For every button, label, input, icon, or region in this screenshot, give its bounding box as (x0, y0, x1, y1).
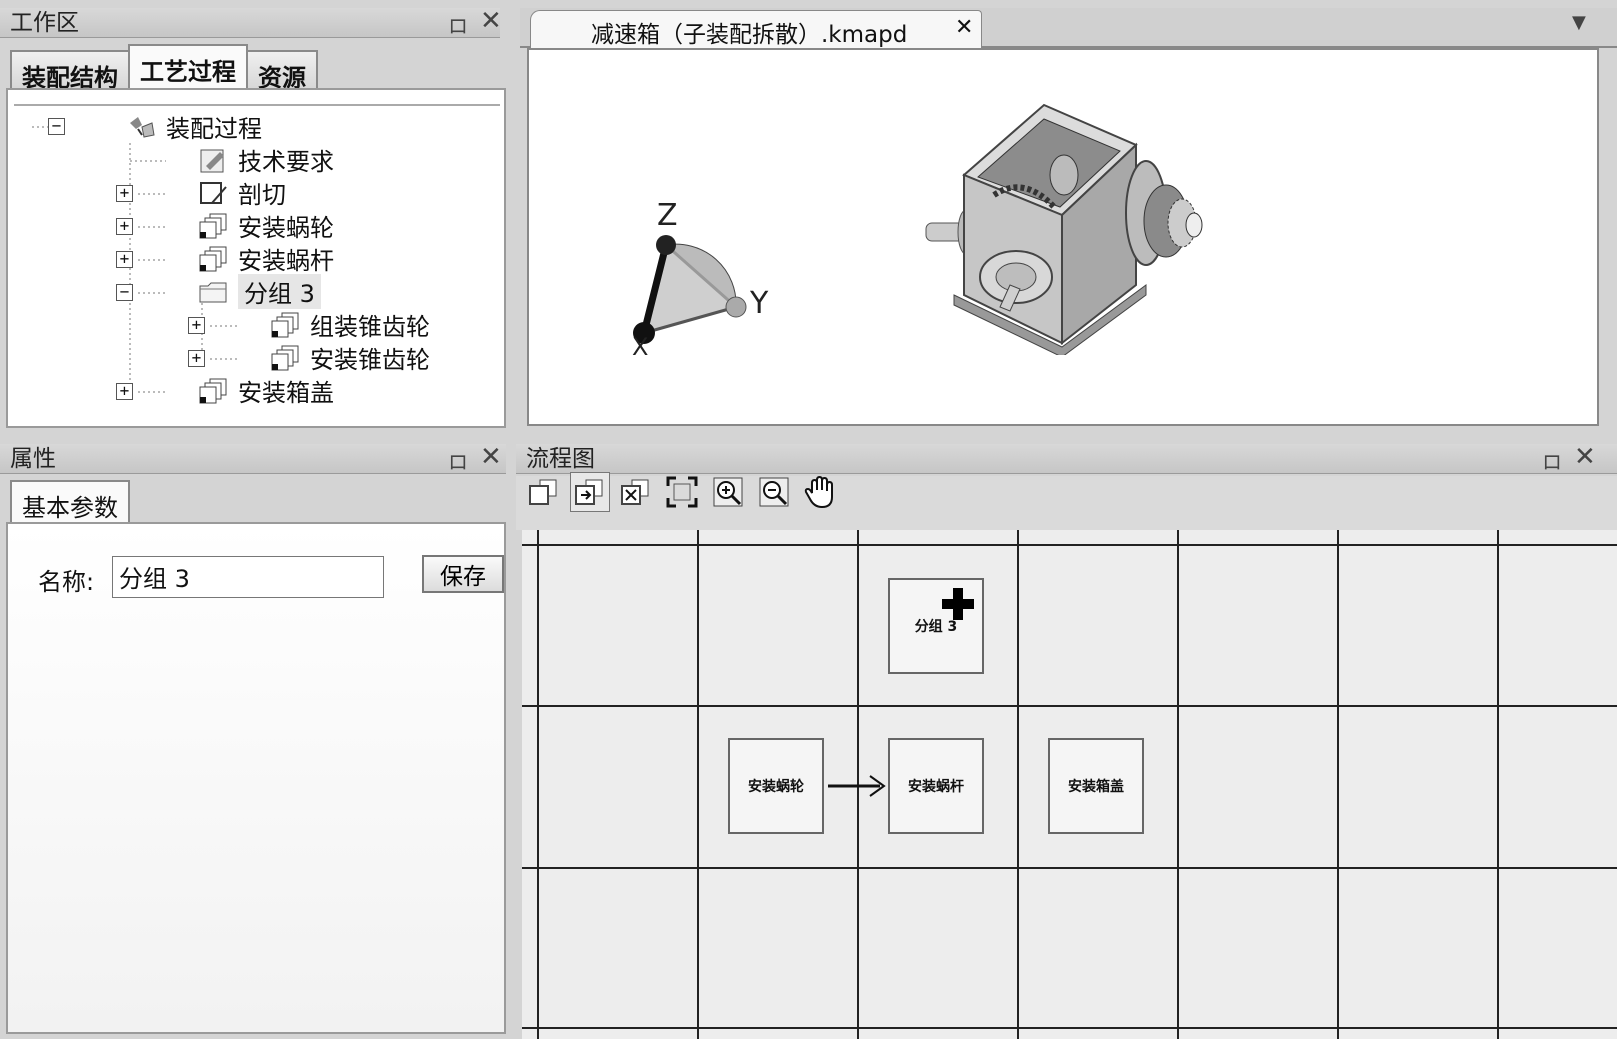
flow-node-label: 安装蜗杆 (908, 779, 964, 795)
tab-assembly-structure[interactable]: 装配结构 (10, 50, 130, 92)
flowchart-title: 流程图 (526, 446, 595, 472)
name-field[interactable]: 分组 3 (112, 556, 384, 598)
tree-item-label: 技术要求 (238, 148, 334, 176)
document-tab-label: 减速箱（子装配拆散）.kmapd (591, 22, 908, 48)
tab-basic-params[interactable]: 基本参数 (10, 480, 130, 522)
tree-item-install-bevel-gear[interactable]: 安装锥齿轮 (270, 341, 430, 374)
pin-icon[interactable]: ロ (448, 10, 468, 39)
tree-item-tech-requirements[interactable]: 技术要求 (198, 143, 334, 176)
pin-icon[interactable]: ロ (1542, 446, 1562, 475)
zoom-in-icon[interactable] (708, 472, 748, 512)
tree-item-install-worm[interactable]: 安装蜗杆 (198, 242, 334, 275)
workspace-tabs: 装配结构 工艺过程 资源 (10, 44, 318, 92)
fit-view-icon[interactable] (662, 472, 702, 512)
folder-icon (198, 278, 230, 306)
name-label: 名称: (38, 568, 95, 596)
tab-resources[interactable]: 资源 (246, 50, 318, 92)
tab-process[interactable]: 工艺过程 (128, 44, 248, 90)
properties-title: 属性 (10, 446, 56, 472)
gearbox-model (925, 103, 1203, 355)
tree-item-label: 安装蜗杆 (238, 247, 334, 275)
step-pages-icon (198, 245, 230, 273)
properties-title-bar: 属性 (0, 444, 506, 474)
section-cut-icon (198, 179, 230, 207)
edit-document-icon (198, 146, 230, 174)
axis-z-label: Z (657, 198, 678, 233)
axis-x-label: X (632, 333, 648, 361)
flowchart-canvas[interactable]: 分组 3 安装蜗轮 安装蜗杆 安装箱盖 (522, 530, 1617, 1039)
document-tab[interactable]: 减速箱（子装配拆散）.kmapd ✕ (530, 10, 982, 48)
expand-button[interactable]: + (116, 218, 133, 235)
tree-item-label: 分组 3 (238, 274, 321, 309)
properties-tabs: 基本参数 (10, 480, 130, 522)
expand-button[interactable]: + (116, 251, 133, 268)
workspace-title: 工作区 (10, 10, 79, 36)
flow-node-install-worm-wheel[interactable]: 安装蜗轮 (728, 738, 824, 834)
tree-item-label: 安装锥齿轮 (310, 346, 430, 374)
save-button[interactable]: 保存 (422, 555, 504, 593)
expand-button[interactable]: + (188, 317, 205, 334)
pages-tool-icon[interactable] (524, 472, 564, 512)
insert-step-tool-icon[interactable] (570, 472, 610, 512)
axis-y-label: Y (749, 286, 769, 321)
plus-icon (942, 588, 974, 620)
zoom-out-icon[interactable] (754, 472, 794, 512)
process-node-icon (126, 113, 158, 141)
step-pages-icon (270, 311, 302, 339)
collapse-button[interactable]: − (116, 284, 133, 301)
tree-item-label: 安装蜗轮 (238, 214, 334, 242)
step-pages-icon (198, 377, 230, 405)
viewport-3d[interactable]: Z Y X (527, 48, 1599, 426)
close-icon[interactable]: ✕ (480, 442, 502, 472)
close-icon[interactable]: ✕ (1574, 442, 1596, 472)
tree-item-install-worm-wheel[interactable]: 安装蜗轮 (198, 209, 334, 242)
flow-node-install-cover[interactable]: 安装箱盖 (1048, 738, 1144, 834)
tree-item-label: 剖切 (238, 181, 286, 209)
pin-icon[interactable]: ロ (448, 446, 468, 475)
flowchart-title-bar: 流程图 (516, 444, 1617, 474)
close-icon[interactable]: ✕ (480, 6, 502, 36)
step-pages-icon (198, 212, 230, 240)
expand-button[interactable]: + (188, 350, 205, 367)
tree-item-install-cover[interactable]: 安装箱盖 (198, 374, 334, 407)
flow-node-label: 安装蜗轮 (748, 779, 804, 795)
tree-item-group-3[interactable]: 分组 3 (198, 274, 321, 309)
collapse-root-button[interactable]: − (48, 118, 65, 135)
expand-button[interactable]: + (116, 383, 133, 400)
tree-item-label: 组装锥齿轮 (310, 313, 430, 341)
tree-item-assemble-bevel-gear[interactable]: 组装锥齿轮 (270, 308, 430, 341)
tree-item-label: 装配过程 (166, 115, 262, 143)
tree-item-section-cut[interactable]: 剖切 (198, 176, 286, 209)
workspace-title-bar: 工作区 (0, 8, 500, 38)
axis-triad: Z Y X (632, 198, 769, 361)
hand-pan-icon[interactable] (800, 472, 840, 512)
tree-item-root[interactable]: 装配过程 (126, 110, 262, 143)
process-tree: − 装配过程 技术要求 + 剖切 + 安装蜗轮 + 安装蜗杆 − 分组 3 + … (6, 88, 506, 428)
step-pages-icon (270, 344, 302, 372)
properties-body: 名称: 分组 3 保存 (6, 522, 506, 1034)
expand-button[interactable]: + (116, 185, 133, 202)
flow-node-label: 安装箱盖 (1068, 779, 1124, 795)
close-icon[interactable]: ✕ (955, 15, 973, 40)
delete-step-tool-icon[interactable] (616, 472, 656, 512)
chevron-down-icon[interactable]: ▼ (1572, 12, 1586, 33)
flow-node-install-worm[interactable]: 安装蜗杆 (888, 738, 984, 834)
tree-item-label: 安装箱盖 (238, 379, 334, 407)
